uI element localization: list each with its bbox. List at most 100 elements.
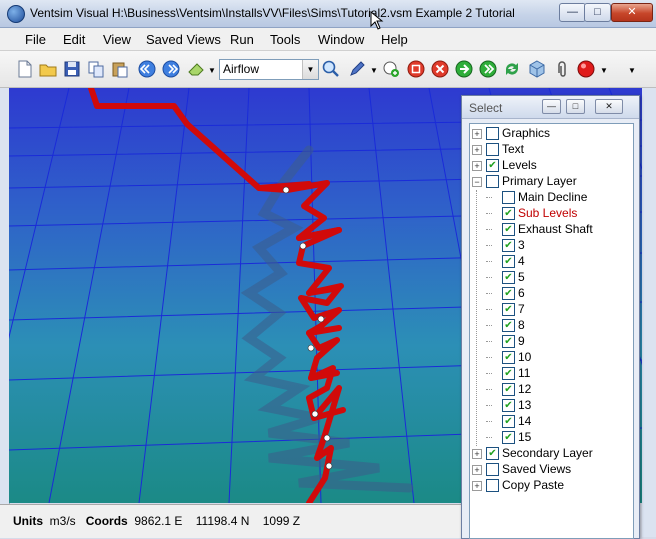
tree-row[interactable]: + ✔ Secondary Layer	[470, 446, 633, 462]
tree-row[interactable]: ✔ 10	[470, 350, 633, 366]
layer-label: 11	[518, 366, 531, 380]
toolbar-overflow-icon[interactable]: ▼	[628, 66, 636, 75]
tree-expander-icon[interactable]: +	[472, 449, 482, 459]
layer-checkbox[interactable]	[486, 143, 499, 156]
tree-connector	[486, 261, 492, 262]
layer-checkbox[interactable]	[486, 463, 499, 476]
tree-row[interactable]: + Text	[470, 142, 633, 158]
record-dropdown-icon[interactable]: ▼	[600, 66, 608, 75]
layer-checkbox[interactable]: ✔	[502, 255, 515, 268]
stop-icon[interactable]	[406, 59, 426, 79]
layer-checkbox[interactable]	[502, 191, 515, 204]
tree-row[interactable]: ✔ Exhaust Shaft	[470, 222, 633, 238]
tree-row[interactable]: ✔ 3	[470, 238, 633, 254]
tree-row[interactable]: ✔ 15	[470, 430, 633, 446]
chevron-down-icon[interactable]: ▼	[302, 60, 318, 79]
tree-row[interactable]: ✔ 12	[470, 382, 633, 398]
edit-dropdown-icon[interactable]: ▼	[370, 66, 378, 75]
cancel-icon[interactable]	[430, 59, 450, 79]
layer-checkbox[interactable]: ✔	[502, 287, 515, 300]
forward-icon[interactable]	[161, 59, 181, 79]
menu-tools[interactable]: Tools	[270, 32, 300, 47]
tree-row[interactable]: + ✔ Levels	[470, 158, 633, 174]
layer-checkbox[interactable]: ✔	[502, 271, 515, 284]
open-folder-icon[interactable]	[38, 59, 58, 79]
tree-row[interactable]: ✔ 8	[470, 318, 633, 334]
layer-checkbox[interactable]: ✔	[502, 415, 515, 428]
display-mode-select[interactable]: Airflow ▼	[219, 59, 319, 80]
tree-row[interactable]: ✔ 14	[470, 414, 633, 430]
minimize-button[interactable]: —	[559, 3, 586, 22]
paperclip-icon[interactable]	[552, 59, 572, 79]
layer-checkbox[interactable]: ✔	[486, 447, 499, 460]
edit-pencil-icon[interactable]	[347, 59, 367, 79]
save-icon[interactable]	[62, 59, 82, 79]
layer-checkbox[interactable]: ✔	[502, 303, 515, 316]
tree-expander-icon[interactable]: +	[472, 481, 482, 491]
tree-expander-icon[interactable]: +	[472, 465, 482, 475]
menu-help[interactable]: Help	[381, 32, 408, 47]
panel-close-button[interactable]: ✕	[595, 99, 623, 114]
tree-row[interactable]: ✔ 11	[470, 366, 633, 382]
select-panel-titlebar[interactable]: Select — □ ✕	[462, 96, 639, 119]
layer-checkbox[interactable]: ✔	[502, 223, 515, 236]
go-icon[interactable]	[454, 59, 474, 79]
tree-expander-icon[interactable]: +	[472, 161, 482, 171]
close-button[interactable]: ✕	[611, 3, 653, 22]
panel-minimize-button[interactable]: —	[542, 99, 561, 114]
eraser-dropdown-icon[interactable]: ▼	[208, 66, 216, 75]
menu-run[interactable]: Run	[230, 32, 254, 47]
menu-edit[interactable]: Edit	[63, 32, 85, 47]
layer-checkbox[interactable]	[486, 127, 499, 140]
go-next-icon[interactable]	[478, 59, 498, 79]
layer-checkbox[interactable]: ✔	[486, 159, 499, 172]
tree-row[interactable]: ✔ 6	[470, 286, 633, 302]
layer-checkbox[interactable]: ✔	[502, 383, 515, 396]
layer-checkbox[interactable]: ✔	[502, 335, 515, 348]
paste-icon[interactable]	[110, 59, 130, 79]
tree-connector	[486, 277, 492, 278]
maximize-button[interactable]: □	[584, 3, 611, 22]
menu-window[interactable]: Window	[318, 32, 364, 47]
layer-label: 12	[518, 382, 532, 396]
tree-row[interactable]: − Primary Layer	[470, 174, 633, 190]
copy-icon[interactable]	[86, 59, 106, 79]
tree-row[interactable]: Main Decline	[470, 190, 633, 206]
tree-row[interactable]: ✔ 13	[470, 398, 633, 414]
tree-row[interactable]: ✔ Sub Levels	[470, 206, 633, 222]
tree-row[interactable]: ✔ 4	[470, 254, 633, 270]
new-file-icon[interactable]	[15, 59, 35, 79]
add-node-icon[interactable]	[381, 59, 401, 79]
menu-view[interactable]: View	[103, 32, 131, 47]
layer-checkbox[interactable]: ✔	[502, 319, 515, 332]
tree-row[interactable]: ✔ 9	[470, 334, 633, 350]
tree-row[interactable]: ✔ 5	[470, 270, 633, 286]
tree-row[interactable]: + Graphics	[470, 126, 633, 142]
eraser-icon[interactable]	[186, 59, 206, 79]
layer-checkbox[interactable]: ✔	[502, 207, 515, 220]
recycle-icon[interactable]	[502, 59, 522, 79]
menu-saved-views[interactable]: Saved Views	[146, 32, 221, 47]
cube-icon[interactable]	[527, 59, 547, 79]
tree-row[interactable]: + Saved Views	[470, 462, 633, 478]
layer-checkbox[interactable]: ✔	[502, 351, 515, 364]
layer-checkbox[interactable]	[486, 479, 499, 492]
layer-checkbox[interactable]: ✔	[502, 367, 515, 380]
tree-expander-icon[interactable]: +	[472, 145, 482, 155]
app-logo-icon	[7, 5, 25, 23]
layer-checkbox[interactable]	[486, 175, 499, 188]
menu-file[interactable]: File	[25, 32, 46, 47]
title-bar[interactable]: Ventsim Visual H:\Business\Ventsim\Insta…	[0, 0, 656, 28]
record-icon[interactable]	[576, 59, 596, 79]
tree-expander-icon[interactable]: +	[472, 129, 482, 139]
tree-row[interactable]: + Copy Paste	[470, 478, 633, 494]
layer-label: 8	[518, 318, 525, 332]
tree-expander-icon[interactable]: −	[472, 177, 482, 187]
panel-restore-button[interactable]: □	[566, 99, 585, 114]
layer-checkbox[interactable]: ✔	[502, 431, 515, 444]
zoom-icon[interactable]	[321, 59, 341, 79]
layer-checkbox[interactable]: ✔	[502, 239, 515, 252]
layer-checkbox[interactable]: ✔	[502, 399, 515, 412]
back-icon[interactable]	[137, 59, 157, 79]
tree-row[interactable]: ✔ 7	[470, 302, 633, 318]
